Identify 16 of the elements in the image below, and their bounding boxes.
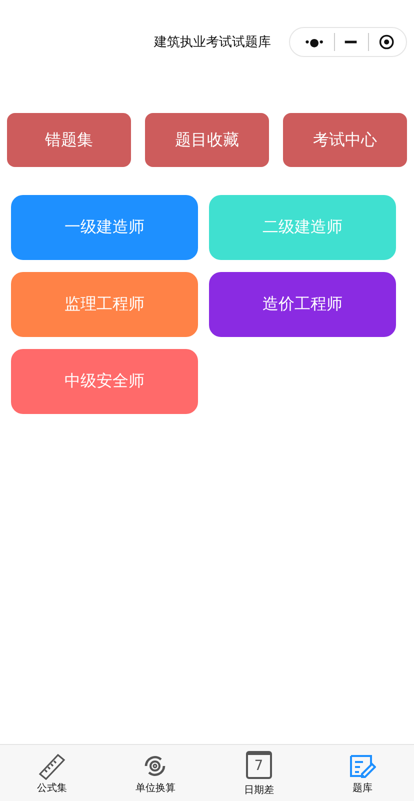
tab-item[interactable]: 公式集 (0, 745, 104, 801)
ruler-icon (36, 752, 67, 780)
calendar-icon: 7 (246, 750, 272, 778)
page-title: 建筑执业考试试题库 (154, 34, 271, 51)
quick-link-button[interactable]: 题目收藏 (145, 113, 269, 167)
exam-category-button[interactable]: 中级安全师 (11, 349, 198, 414)
tab-item[interactable]: 7 日期差 (207, 745, 310, 801)
exam-category-button[interactable]: 监理工程师 (11, 272, 198, 337)
tab-item[interactable]: 题库 (310, 745, 414, 801)
tab-item[interactable]: 单位换算 (104, 745, 207, 801)
quick-link-button[interactable]: 考试中心 (283, 113, 407, 167)
quick-link-button[interactable]: 错题集 (7, 113, 131, 167)
more-button[interactable]: •●• (304, 36, 324, 48)
exam-category-button[interactable]: 造价工程师 (209, 272, 396, 337)
exam-category-button[interactable]: 一级建造师 (11, 195, 198, 260)
close-icon[interactable] (378, 33, 394, 51)
